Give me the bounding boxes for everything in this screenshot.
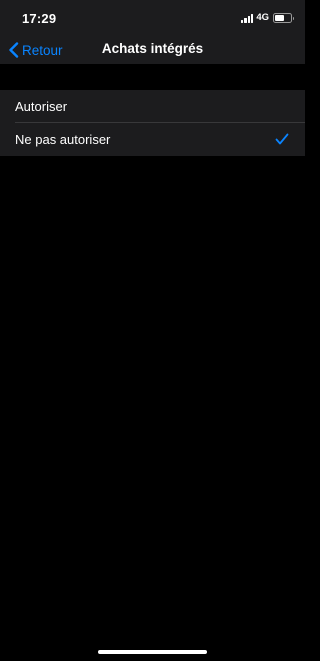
checkmark-icon: [275, 133, 289, 145]
back-button[interactable]: Retour: [8, 40, 63, 60]
home-indicator[interactable]: [98, 650, 207, 654]
navigation-bar: Achats intégrés Retour: [0, 36, 305, 64]
battery-level: [275, 15, 284, 21]
option-label: Autoriser: [15, 99, 68, 114]
battery-icon: [273, 13, 294, 23]
network-type: 4G: [256, 12, 269, 23]
option-do-not-allow[interactable]: Ne pas autoriser: [0, 123, 305, 156]
options-list: Autoriser Ne pas autoriser: [0, 90, 305, 156]
status-indicators: 4G: [240, 12, 294, 24]
status-time: 17:29: [22, 11, 57, 26]
option-allow[interactable]: Autoriser: [0, 90, 305, 123]
cellular-signal-icon: [240, 13, 254, 23]
chevron-left-icon: [9, 42, 19, 58]
back-label: Retour: [22, 42, 63, 58]
status-bar: 17:29 4G: [0, 0, 305, 36]
option-label: Ne pas autoriser: [15, 132, 111, 147]
